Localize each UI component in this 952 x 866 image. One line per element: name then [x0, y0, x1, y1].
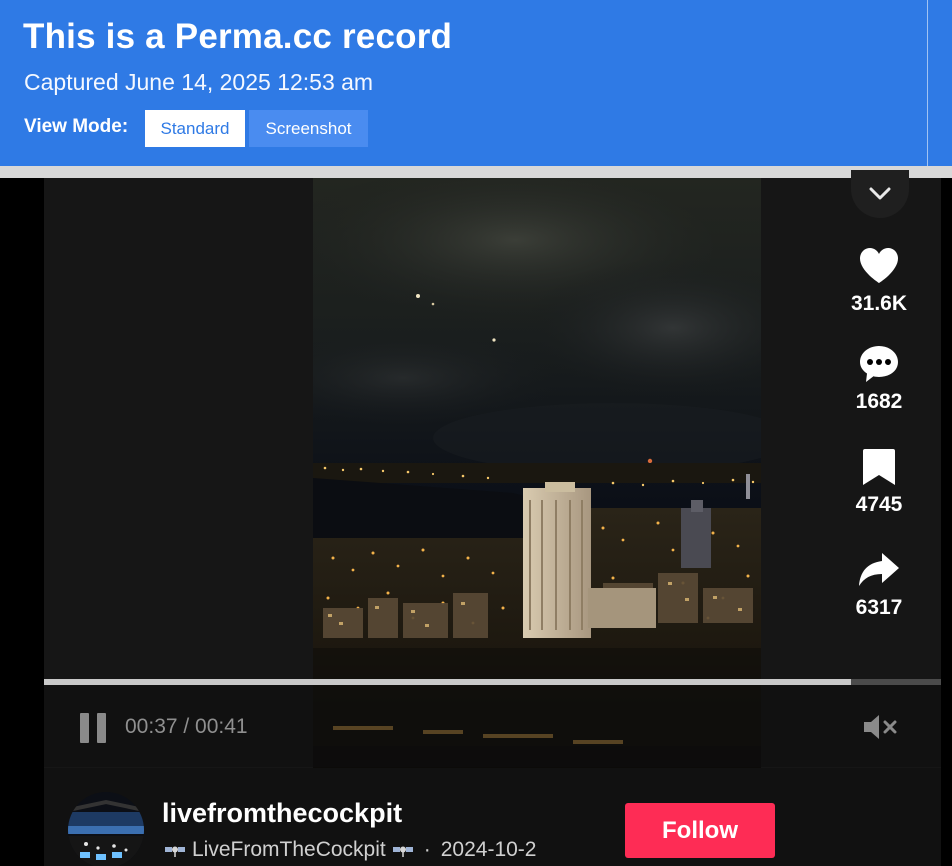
banner-border	[0, 166, 952, 178]
like-action[interactable]: 31.6K	[846, 244, 912, 316]
author-display-name: LiveFromTheCockpit	[192, 838, 386, 861]
cockpit-avatar-image	[68, 792, 144, 866]
speaker-muted-icon[interactable]	[862, 712, 898, 742]
avatar[interactable]	[68, 792, 144, 866]
separator-dot: ·	[423, 838, 431, 861]
video-player[interactable]: 00:37 / 00:41	[44, 178, 941, 768]
heart-icon[interactable]	[857, 244, 901, 288]
follow-button[interactable]: Follow	[625, 803, 775, 858]
author-row: livefromthecockpit LiveFromTheCockpit · …	[44, 768, 941, 866]
view-mode-label: View Mode:	[24, 116, 129, 137]
standard-mode-button[interactable]: Standard	[145, 110, 245, 147]
author-subline: LiveFromTheCockpit · 2024-10-2	[164, 838, 536, 862]
like-count: 31.6K	[850, 292, 908, 315]
satellite-icon	[392, 846, 413, 857]
bookmark-icon[interactable]	[857, 445, 901, 489]
comment-action[interactable]: 1682	[846, 342, 912, 414]
playback-time: 00:37 / 00:41	[125, 715, 248, 738]
share-icon[interactable]	[857, 548, 901, 592]
banner-divider	[927, 0, 928, 166]
player-controls: 00:37 / 00:41	[44, 685, 941, 767]
share-action[interactable]: 6317	[846, 548, 912, 620]
screenshot-mode-button[interactable]: Screenshot	[249, 110, 368, 147]
perma-banner: This is a Perma.cc record Captured June …	[0, 0, 952, 166]
author-username[interactable]: livefromthecockpit	[162, 798, 402, 829]
comment-icon[interactable]	[857, 342, 901, 386]
record-title: This is a Perma.cc record	[23, 17, 453, 56]
satellite-icon	[165, 846, 185, 857]
comment-count: 1682	[855, 390, 903, 413]
post-date: 2024-10-2	[440, 838, 537, 861]
share-count: 6317	[855, 596, 903, 619]
chevron-down-icon	[869, 187, 891, 200]
video-stage: 00:37 / 00:41 31.6K 1682 4745 6317 livef…	[0, 170, 952, 866]
capture-date: Captured June 14, 2025 12:53 am	[24, 69, 374, 95]
bookmark-count: 4745	[855, 493, 903, 516]
bookmark-action[interactable]: 4745	[846, 445, 912, 517]
pause-icon[interactable]	[80, 713, 106, 743]
